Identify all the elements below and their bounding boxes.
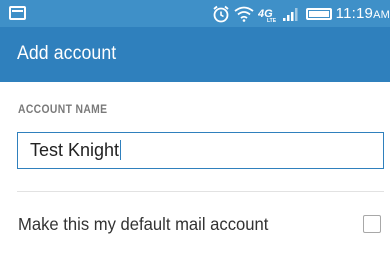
default-account-label: Make this my default mail account bbox=[18, 214, 269, 234]
lte-icon: 4G LTE bbox=[257, 6, 278, 24]
page-title: Add account bbox=[17, 43, 117, 64]
status-icons: 4G LTE 11:19AM bbox=[212, 0, 390, 27]
wifi-icon bbox=[234, 6, 254, 22]
default-account-checkbox[interactable] bbox=[363, 215, 381, 233]
app-bar: Add account bbox=[0, 27, 390, 82]
svg-text:LTE: LTE bbox=[267, 18, 277, 22]
text-caret bbox=[120, 140, 122, 160]
battery-icon bbox=[305, 7, 332, 20]
account-name-label: ACCOUNT NAME bbox=[18, 104, 108, 116]
status-bar: 4G LTE 11:19AM bbox=[0, 0, 390, 27]
status-time: 11:19AM bbox=[335, 5, 390, 22]
account-name-input[interactable]: Test Knight bbox=[17, 132, 384, 169]
account-name-value: Test Knight bbox=[30, 140, 120, 160]
image-notification-icon bbox=[9, 6, 26, 20]
alarm-icon bbox=[212, 5, 230, 23]
signal-icon bbox=[282, 7, 300, 21]
default-account-row[interactable]: Make this my default mail account bbox=[0, 192, 390, 261]
